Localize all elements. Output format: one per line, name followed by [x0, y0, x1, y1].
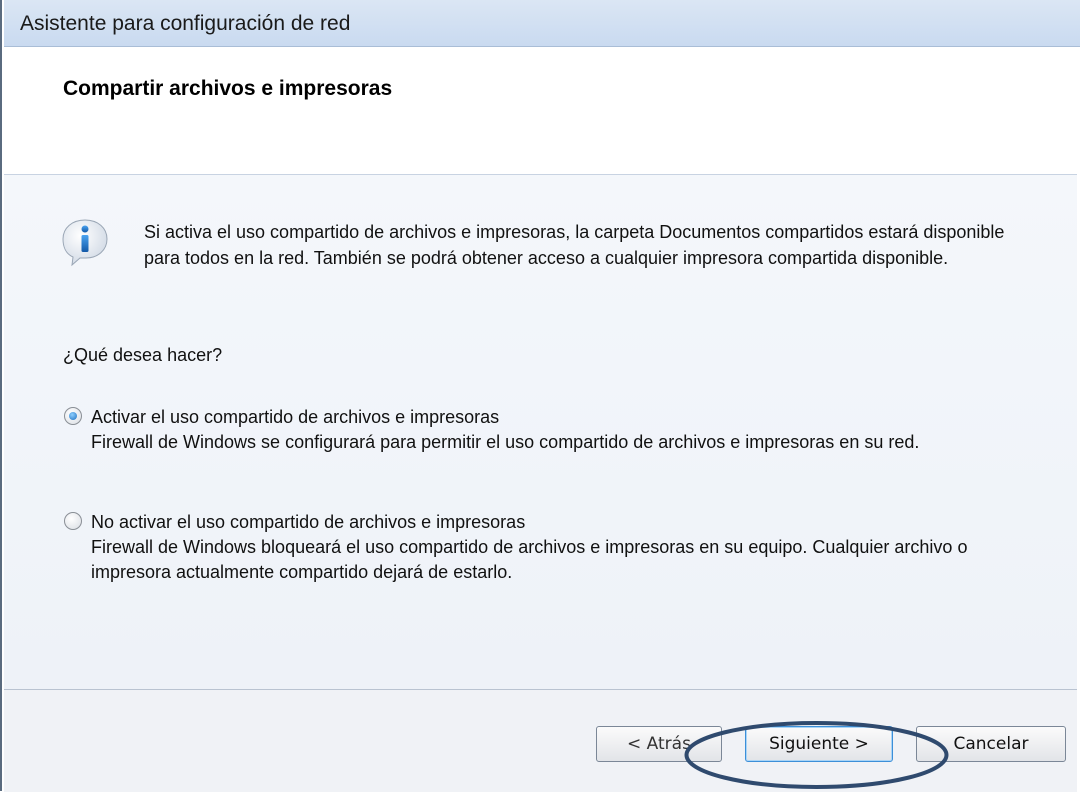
- option-enable-label[interactable]: Activar el uso compartido de archivos e …: [91, 405, 1021, 430]
- title-bar[interactable]: Asistente para configuración de red: [4, 0, 1080, 47]
- option-disable-description: Firewall de Windows bloqueará el uso com…: [91, 537, 968, 582]
- cancel-button[interactable]: Cancelar: [916, 726, 1066, 762]
- back-button[interactable]: < Atrás: [596, 726, 722, 762]
- radio-enable-sharing[interactable]: [64, 407, 82, 425]
- wizard-window: Asistente para configuración de red Comp…: [0, 0, 1082, 792]
- window-title: Asistente para configuración de red: [20, 12, 351, 35]
- wizard-header: Compartir archivos e impresoras: [4, 47, 1077, 175]
- wizard-content: Si activa el uso compartido de archivos …: [4, 175, 1077, 689]
- info-icon: [62, 219, 108, 267]
- radio-disable-sharing[interactable]: [64, 512, 82, 530]
- option-enable-description: Firewall de Windows se configurará para …: [91, 432, 920, 452]
- option-disable-label[interactable]: No activar el uso compartido de archivos…: [91, 510, 1021, 535]
- page-heading: Compartir archivos e impresoras: [63, 77, 393, 100]
- next-button[interactable]: Siguiente >: [745, 726, 893, 762]
- info-text: Si activa el uso compartido de archivos …: [144, 222, 1005, 268]
- question-label: ¿Qué desea hacer?: [63, 345, 223, 365]
- wizard-footer: < Atrás Siguiente > Cancelar: [4, 689, 1077, 792]
